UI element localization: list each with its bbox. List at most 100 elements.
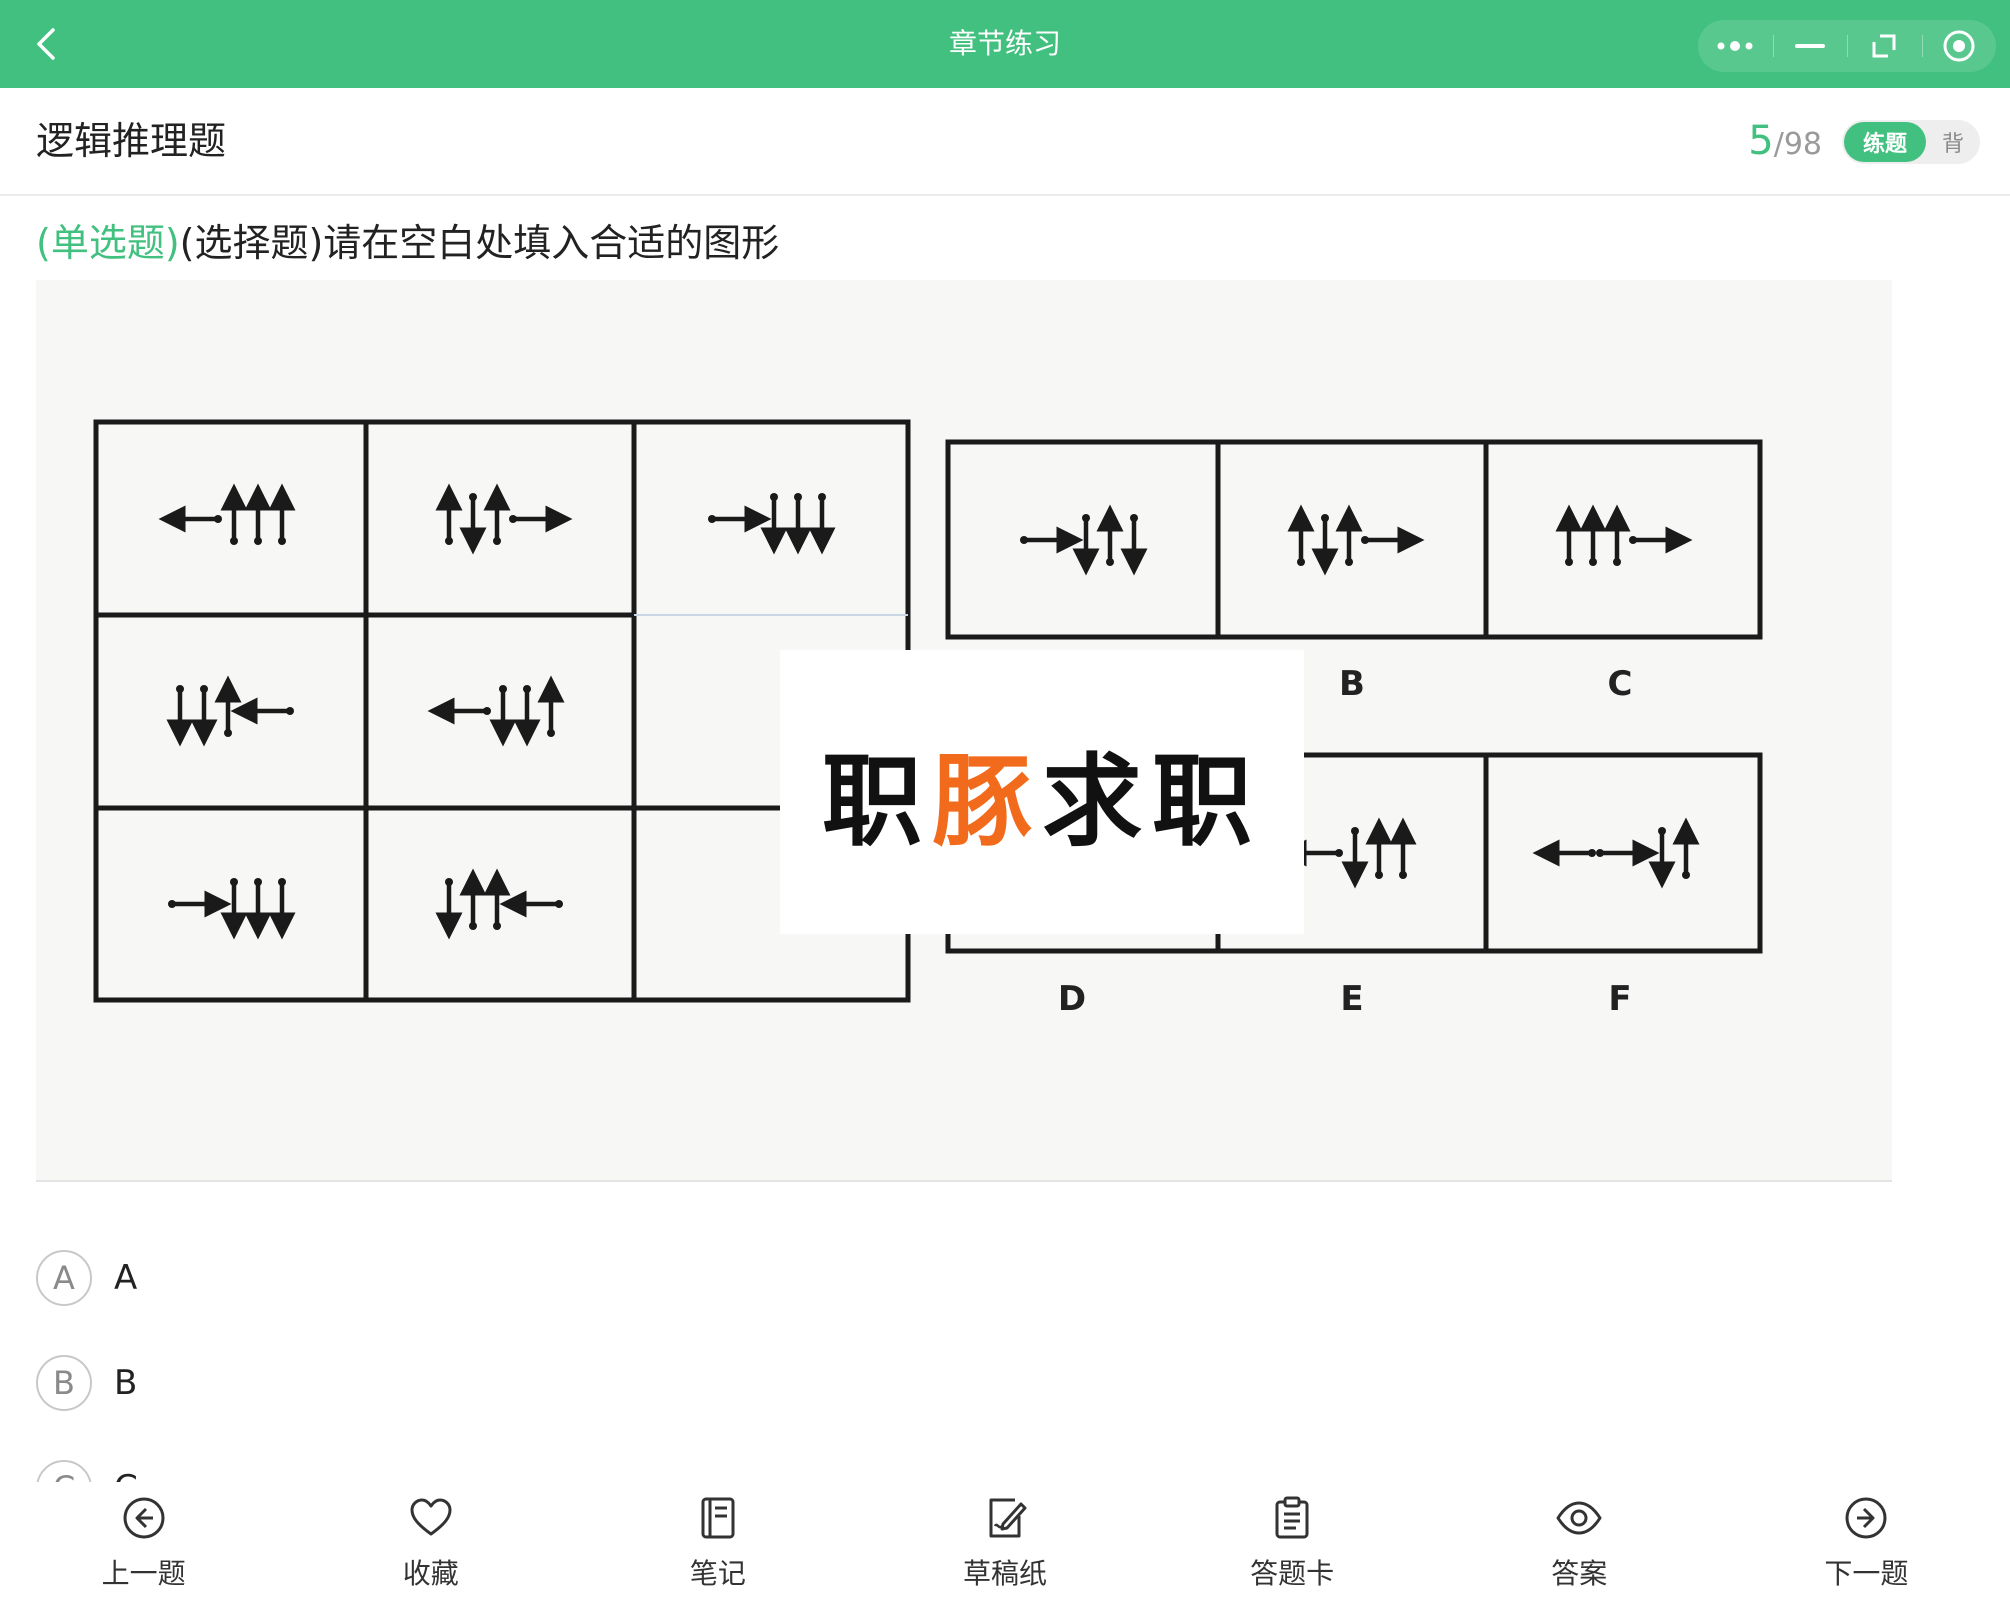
arrow-tail-dot [499, 685, 507, 693]
option-a-letter: A [36, 1249, 92, 1306]
progress-current: 5 [1748, 118, 1774, 164]
arrow-tail-dot [708, 515, 716, 523]
arrow-tail-dot [483, 707, 491, 715]
choice-symbols-a [1020, 504, 1148, 576]
arrow-tail-dot [1589, 558, 1597, 566]
option-c-text: C [114, 1468, 138, 1483]
minimize-icon [1794, 44, 1825, 48]
arrow-tail-dot [224, 729, 232, 737]
grid-cell-symbols [435, 868, 563, 940]
restore-window-icon [1872, 34, 1896, 58]
arrow-tail-dot [469, 493, 477, 501]
arrow-tail-dot [278, 537, 286, 545]
mode-practice-tab[interactable]: 练题 [1844, 122, 1926, 162]
nav-label: 答案 [1551, 1557, 1608, 1590]
arrow-tail-dot [523, 685, 531, 693]
choice-label-b: B [1339, 664, 1365, 704]
arrow-left-circle-icon [123, 1497, 165, 1539]
arrow-tail-dot [794, 493, 802, 501]
next-question-button[interactable]: 下一题 [1723, 1482, 2010, 1597]
mode-recite-tab[interactable]: 背 [1926, 126, 1980, 158]
arrow-tail-dot [770, 493, 778, 501]
watermark-logo: 职豚求职 [780, 650, 1304, 934]
favorite-button[interactable]: 收藏 [287, 1482, 574, 1597]
watermark-text-1: 职 [822, 742, 932, 860]
grid-cell-symbols [168, 878, 296, 940]
choice-symbols-c [1555, 504, 1693, 566]
close-target-icon [1943, 30, 1975, 62]
arrow-tail-dot [1335, 849, 1343, 857]
arrow-tail-dot [1130, 514, 1138, 522]
arrow-tail-dot [1351, 827, 1359, 835]
progress-total: /98 [1773, 127, 1822, 162]
minimize-button[interactable] [1772, 20, 1848, 72]
mode-toggle: 练题 背 [1842, 120, 1980, 164]
arrow-tail-dot [254, 537, 262, 545]
more-dots-icon [1717, 41, 1753, 51]
notes-button[interactable]: 笔记 [574, 1482, 861, 1597]
choice-symbols-b [1287, 504, 1425, 576]
arrow-tail-dot [1375, 871, 1383, 879]
arrow-tail-dot [230, 537, 238, 545]
grid-cell-symbols [427, 675, 565, 747]
show-answer-button[interactable]: 答案 [1436, 1482, 1723, 1597]
option-c[interactable]: C C [36, 1435, 1936, 1482]
arrow-tail-dot [445, 537, 453, 545]
choice-label-d: D [1058, 979, 1086, 1019]
arrow-tail-dot [1106, 558, 1114, 566]
arrow-tail-dot [555, 900, 563, 908]
arrow-tail-dot [1565, 558, 1573, 566]
arrow-tail-dot [1297, 558, 1305, 566]
arrow-tail-dot [818, 493, 826, 501]
arrow-tail-dot [1082, 514, 1090, 522]
grid-cell-symbols [435, 483, 573, 555]
scratch-paper-button[interactable]: 草稿纸 [861, 1482, 1148, 1597]
prev-question-button[interactable]: 上一题 [0, 1482, 287, 1597]
nav-label: 草稿纸 [962, 1557, 1047, 1590]
answer-sheet-button[interactable]: 答题卡 [1149, 1482, 1436, 1597]
nav-label: 收藏 [402, 1557, 459, 1590]
choice-label-e: E [1340, 979, 1363, 1019]
arrow-tail-dot [230, 878, 238, 886]
question-progress: 5/98 [1748, 88, 1822, 194]
bottom-nav-bar: 上一题 收藏 笔记 草稿纸 答题卡 答案 下一题 [0, 1482, 2010, 1597]
more-button[interactable] [1698, 20, 1773, 72]
answer-sheet-icon [1275, 1496, 1309, 1539]
eye-icon [1556, 1501, 1602, 1535]
back-button[interactable] [22, 20, 70, 68]
arrow-tail-dot [493, 922, 501, 930]
arrow-tail-dot [168, 900, 176, 908]
choice-label-f: F [1608, 979, 1631, 1019]
header-row: 逻辑推理题 5/98 练题 背 [0, 88, 2010, 196]
question-text: (单选题)(选择题)请在空白处填入合适的图形 [36, 212, 779, 267]
arrow-tail-dot [286, 707, 294, 715]
option-a[interactable]: A A [36, 1225, 1936, 1330]
choice-symbols-f [1532, 817, 1700, 889]
nav-label: 笔记 [689, 1557, 746, 1590]
arrow-tail-dot [1588, 849, 1596, 857]
option-a-text: A [114, 1257, 138, 1298]
arrow-tail-dot [445, 878, 453, 886]
arrow-tail-dot [1345, 558, 1353, 566]
nav-label: 下一题 [1824, 1557, 1909, 1590]
question-type-label: (单选题) [36, 221, 180, 265]
choice-symbols-e [1279, 817, 1417, 889]
arrow-tail-dot [547, 729, 555, 737]
arrow-tail-dot [200, 685, 208, 693]
watermark-text-accent: 豚 [932, 742, 1042, 860]
watermark-text-2: 求职 [1042, 742, 1262, 860]
question-stem: (选择题)请在空白处填入合适的图形 [179, 221, 780, 265]
arrow-tail-dot [1321, 514, 1329, 522]
arrow-tail-dot [1399, 871, 1407, 879]
arrow-tail-dot [254, 878, 262, 886]
options-list: A A B B C C [36, 1225, 1936, 1482]
nav-label: 上一题 [101, 1557, 186, 1590]
arrow-tail-dot [1629, 536, 1637, 544]
top-bar: 章节练习 [0, 0, 2010, 88]
close-button[interactable] [1921, 20, 1997, 72]
option-b[interactable]: B B [36, 1330, 1936, 1435]
restore-button[interactable] [1847, 20, 1922, 72]
arrow-tail-dot [1682, 871, 1690, 879]
question-figure: B C D E F 职豚求职 [36, 280, 1892, 1182]
notebook-icon [701, 1497, 735, 1539]
